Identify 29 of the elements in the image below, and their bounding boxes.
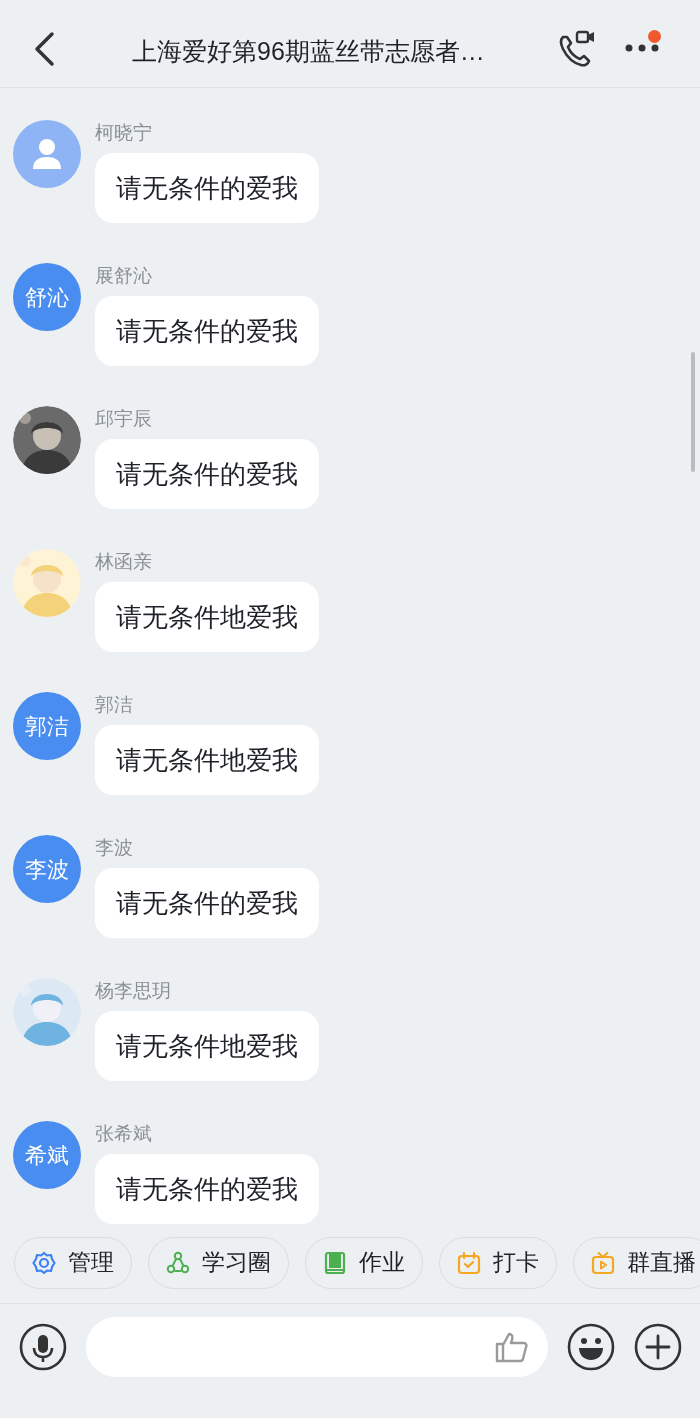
shortcut-chip[interactable]: 作业 <box>305 1236 423 1289</box>
message-bubble: 请无条件的爱我 <box>95 868 319 938</box>
microphone-icon[interactable] <box>19 1323 67 1371</box>
add-icon[interactable] <box>634 1323 682 1371</box>
message-bubble: 请无条件地爱我 <box>95 582 319 652</box>
emoji-icon[interactable] <box>567 1323 615 1371</box>
sender-name: 展舒沁 <box>95 264 153 288</box>
chat-title: 上海爱好第96期蓝丝带志愿者… <box>132 36 485 67</box>
shortcut-chip[interactable]: 群直播 <box>573 1236 700 1289</box>
more-icon[interactable] <box>624 43 660 53</box>
sender-name: 张希斌 <box>95 1122 153 1146</box>
message-bubble: 请无条件的爱我 <box>95 1154 319 1224</box>
message-bubble: 请无条件地爱我 <box>95 725 319 795</box>
video-call-icon[interactable] <box>557 29 597 69</box>
thumbs-up-icon[interactable] <box>495 1331 529 1363</box>
message-bubble: 请无条件的爱我 <box>95 296 319 366</box>
message-bubble: 请无条件的爱我 <box>95 153 319 223</box>
sender-name: 林函亲 <box>95 550 153 574</box>
sender-name: 郭洁 <box>95 693 134 717</box>
shortcut-chip[interactable]: 学习圈 <box>148 1236 289 1289</box>
sender-name: 杨李思玥 <box>95 979 172 1003</box>
shortcut-chip[interactable]: 打卡 <box>439 1236 557 1289</box>
message-bubble: 请无条件地爱我 <box>95 1011 319 1081</box>
sender-name: 李波 <box>95 836 134 860</box>
sender-name: 邱宇辰 <box>95 407 153 431</box>
back-icon[interactable] <box>32 31 56 67</box>
message-bubble: 请无条件的爱我 <box>95 439 319 509</box>
shortcut-chip[interactable]: 管理 <box>14 1236 132 1289</box>
sender-name: 柯晓宁 <box>95 121 153 145</box>
